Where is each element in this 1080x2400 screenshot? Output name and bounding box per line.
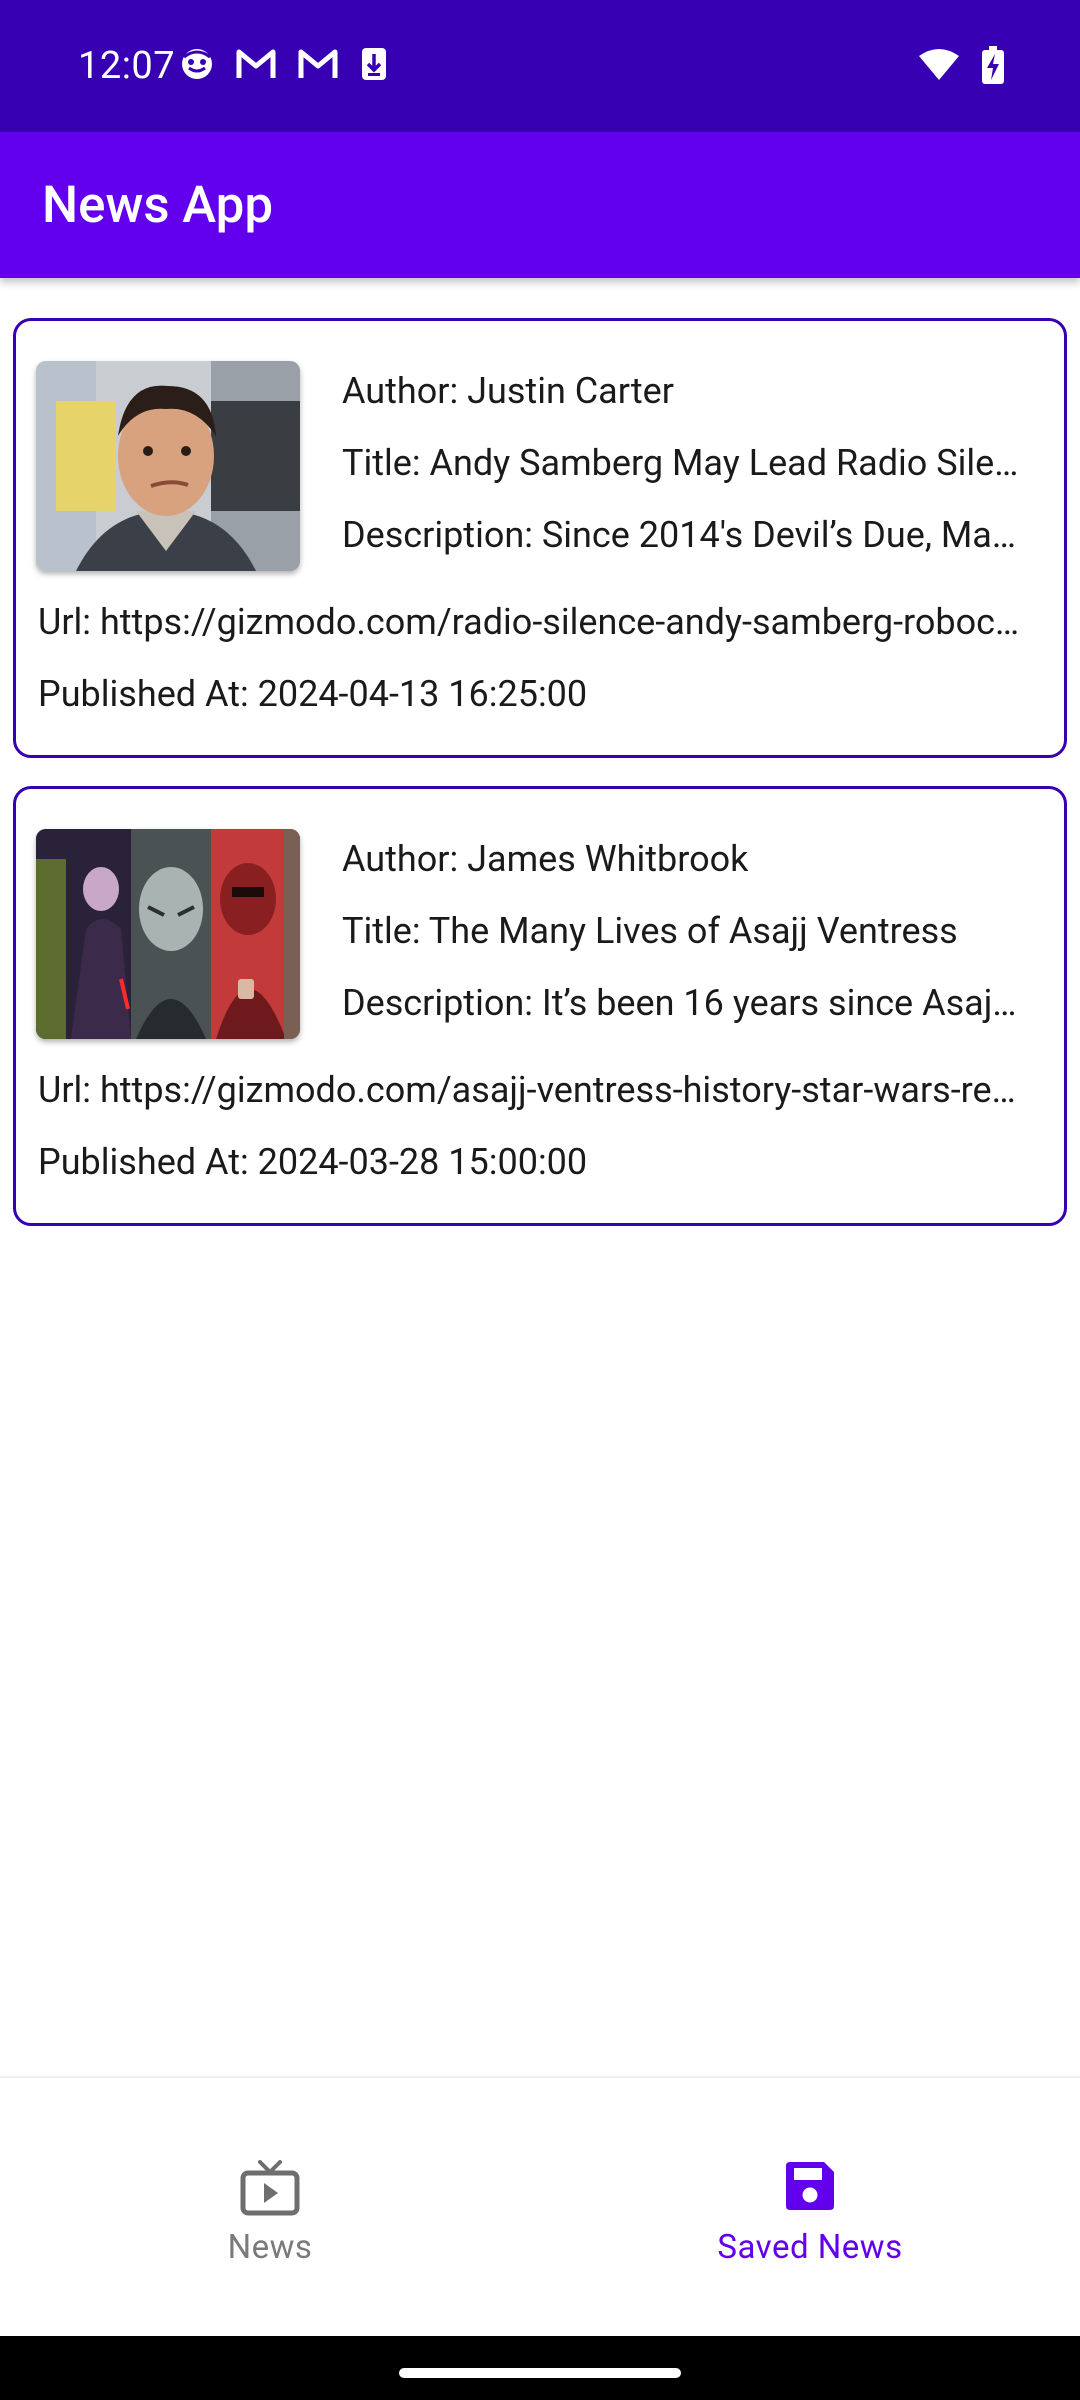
top-app-bar: News App: [0, 132, 1080, 278]
article-author: Author: James Whitbrook: [342, 838, 749, 880]
article-description: Description: Since 2014's Devil’s Due, M…: [342, 514, 1020, 556]
news-thumbnail: [36, 361, 300, 571]
screen: 12:07 News App Author: Justin Carter Tit…: [0, 0, 1080, 2400]
article-published-at: Published At: 2024-04-13 16:25:00: [38, 673, 588, 715]
home-gesture-handle[interactable]: [399, 2368, 681, 2378]
article-published-at: Published At: 2024-03-28 15:00:00: [38, 1141, 588, 1183]
bottom-navigation: News Saved News: [0, 2076, 1080, 2336]
article-description: Description: It’s been 16 years since As…: [342, 982, 1020, 1024]
status-notification-icons: [180, 46, 388, 82]
status-bar: 12:07: [0, 0, 1080, 132]
nav-label-news: News: [227, 2228, 313, 2267]
article-url: Url: https://gizmodo.com/asajj-ventress-…: [38, 1069, 1020, 1111]
nav-item-news[interactable]: News: [0, 2078, 540, 2338]
article-title: Title: Andy Samberg May Lead Radio Silen…: [342, 442, 1020, 484]
nav-item-saved-news[interactable]: Saved News: [540, 2078, 1080, 2338]
tv-icon: [240, 2160, 300, 2220]
article-title: Title: The Many Lives of Asajj Ventress: [342, 910, 958, 952]
app-face-icon: [180, 47, 214, 81]
app-title: News App: [42, 176, 273, 235]
nav-label-saved-news: Saved News: [717, 2228, 903, 2267]
news-thumbnail: [36, 829, 300, 1039]
save-icon: [784, 2160, 836, 2216]
news-card[interactable]: Author: James Whitbrook Title: The Many …: [13, 786, 1067, 1226]
wifi-icon: [918, 48, 960, 82]
battery-charging-icon: [982, 46, 1004, 84]
article-author: Author: Justin Carter: [342, 370, 674, 412]
article-url: Url: https://gizmodo.com/radio-silence-a…: [38, 601, 1020, 643]
status-system-icons: [918, 46, 1004, 84]
download-icon: [360, 46, 388, 82]
gmail-icon: [298, 48, 338, 80]
system-gesture-bar: [0, 2336, 1080, 2400]
status-time: 12:07: [78, 44, 176, 88]
news-card[interactable]: Author: Justin Carter Title: Andy Samber…: [13, 318, 1067, 758]
gmail-icon: [236, 48, 276, 80]
